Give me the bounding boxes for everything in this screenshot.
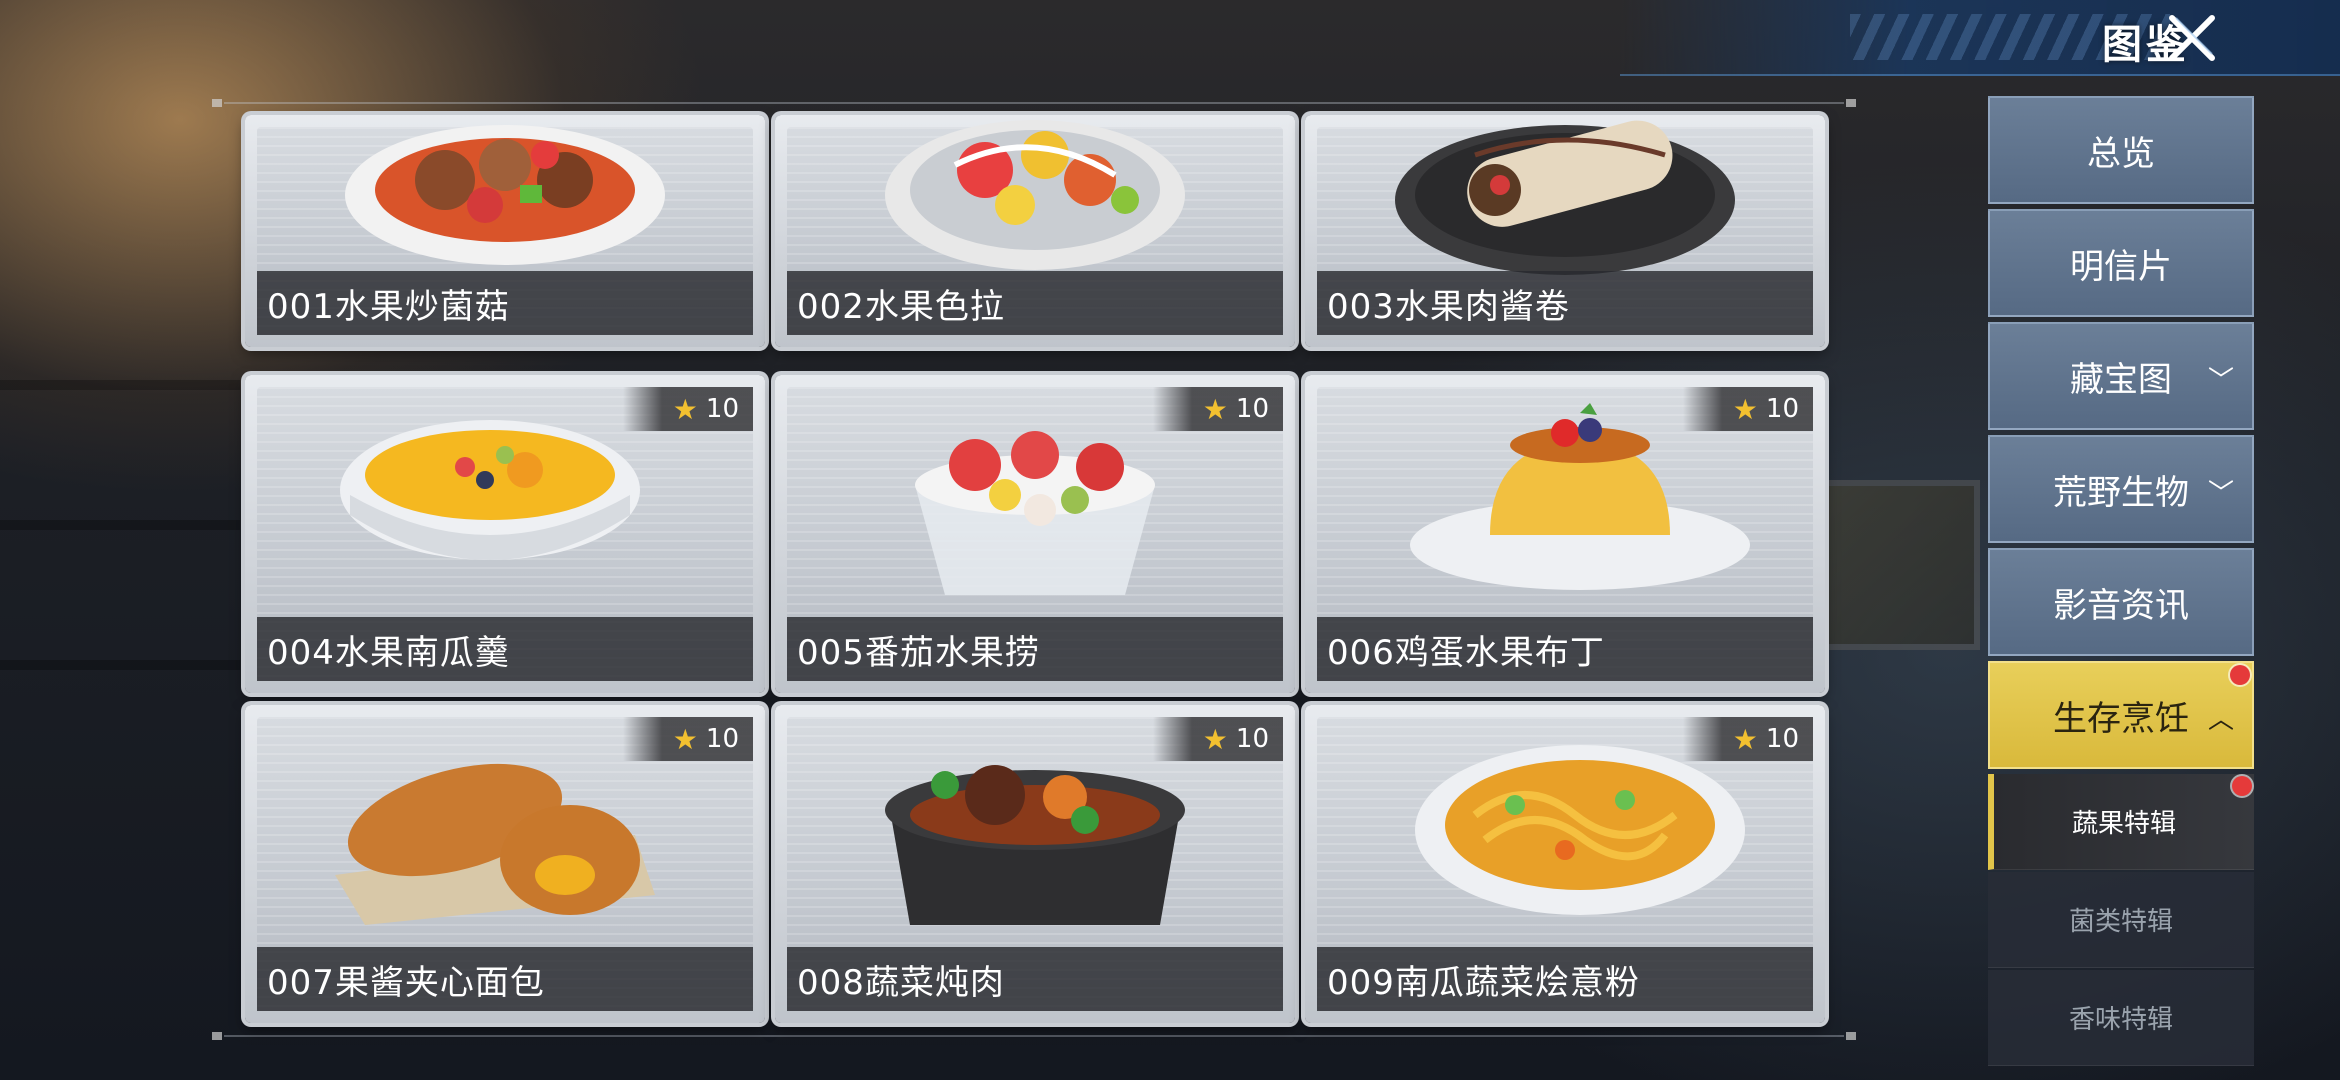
star-count: 10	[1235, 394, 1269, 424]
recipe-title: 008蔬菜炖肉	[787, 947, 1283, 1011]
recipe-card-005[interactable]: ★ 10 005番茄水果捞	[775, 375, 1295, 693]
star-icon: ★	[1732, 392, 1758, 426]
sidebar-item-label: 影音资讯	[2053, 585, 2189, 626]
star-icon: ★	[672, 722, 698, 756]
recipe-card-002[interactable]: 002水果色拉	[775, 115, 1295, 347]
star-badge: ★ 10	[1683, 717, 1813, 761]
recipe-card-008[interactable]: ★ 10 008蔬菜炖肉	[775, 705, 1295, 1023]
background-shelf	[0, 660, 240, 670]
sub-item-flavor[interactable]: 香味特辑	[1988, 970, 2254, 1066]
sidebar-item-wild-creatures[interactable]: 荒野生物 ﹀	[1988, 435, 2254, 543]
notification-dot	[2230, 665, 2250, 685]
star-badge: ★ 10	[1153, 717, 1283, 761]
recipe-card-001[interactable]: 001水果炒菌菇	[245, 115, 765, 347]
dish-image	[345, 125, 665, 265]
grid-frame-bottom	[212, 1032, 1856, 1040]
grid-frame-top	[212, 99, 1856, 107]
chevron-up-icon: ︿	[2207, 705, 2234, 735]
dish-image	[885, 120, 1185, 270]
sidebar-item-label: 总览	[2087, 133, 2155, 174]
star-badge: ★ 10	[623, 387, 753, 431]
close-x-icon	[2169, 15, 2215, 61]
recipe-title: 007果酱夹心面包	[257, 947, 753, 1011]
recipe-card-003[interactable]: 003水果肉酱卷	[1305, 115, 1825, 347]
dish-image	[1395, 120, 1735, 275]
recipe-card-004[interactable]: ★ 10 004水果南瓜羹	[245, 375, 765, 693]
sub-item-label: 香味特辑	[2068, 1005, 2173, 1035]
category-sidebar: 总览 明信片 藏宝图 ﹀ 荒野生物 ﹀ 影音资讯 生存烹饪 ︿ 蔬果特辑 菌类特…	[1988, 96, 2254, 1068]
chevron-down-icon: ﹀	[2207, 366, 2234, 396]
notification-dot	[2232, 776, 2252, 796]
star-count: 10	[1765, 724, 1799, 754]
background-shelf	[0, 380, 240, 390]
recipe-title: 006鸡蛋水果布丁	[1317, 617, 1813, 681]
star-badge: ★ 10	[1683, 387, 1813, 431]
sub-item-mushroom[interactable]: 菌类特辑	[1988, 872, 2254, 968]
sidebar-item-media[interactable]: 影音资讯	[1988, 548, 2254, 656]
star-icon: ★	[672, 392, 698, 426]
sidebar-item-label: 明信片	[2070, 246, 2172, 287]
star-badge: ★ 10	[1153, 387, 1283, 431]
recipe-card-009[interactable]: ★ 10 009南瓜蔬菜烩意粉	[1305, 705, 1825, 1023]
recipe-title: 003水果肉酱卷	[1317, 271, 1813, 335]
sidebar-item-label: 生存烹饪	[2053, 698, 2189, 739]
sidebar-item-treasure-maps[interactable]: 藏宝图 ﹀	[1988, 322, 2254, 430]
recipe-title: 004水果南瓜羹	[257, 617, 753, 681]
sub-item-fruit-veg[interactable]: 蔬果特辑	[1988, 774, 2254, 870]
sidebar-item-postcards[interactable]: 明信片	[1988, 209, 2254, 317]
sidebar-item-overview[interactable]: 总览	[1988, 96, 2254, 204]
star-icon: ★	[1202, 722, 1228, 756]
star-count: 10	[1765, 394, 1799, 424]
sidebar-item-label: 藏宝图	[2070, 359, 2172, 400]
sidebar-item-survival-cooking[interactable]: 生存烹饪 ︿	[1988, 661, 2254, 769]
sub-item-label: 蔬果特辑	[2071, 809, 2176, 839]
star-icon: ★	[1202, 392, 1228, 426]
title-bar: 图鉴	[1620, 0, 2340, 76]
recipe-title: 009南瓜蔬菜烩意粉	[1317, 947, 1813, 1011]
star-count: 10	[705, 724, 739, 754]
recipe-title: 001水果炒菌菇	[257, 271, 753, 335]
recipe-title: 002水果色拉	[787, 271, 1283, 335]
recipe-card-006[interactable]: ★ 10 006鸡蛋水果布丁	[1305, 375, 1825, 693]
star-count: 10	[705, 394, 739, 424]
close-button[interactable]	[2162, 10, 2222, 66]
recipe-title: 005番茄水果捞	[787, 617, 1283, 681]
background-board	[1820, 480, 1980, 650]
background-shelf	[0, 520, 240, 530]
sub-item-label: 菌类特辑	[2068, 907, 2173, 937]
chevron-down-icon: ﹀	[2207, 479, 2234, 509]
sidebar-item-label: 荒野生物	[2053, 472, 2189, 513]
recipe-card-007[interactable]: ★ 10 007果酱夹心面包	[245, 705, 765, 1023]
star-icon: ★	[1732, 722, 1758, 756]
star-badge: ★ 10	[623, 717, 753, 761]
star-count: 10	[1235, 724, 1269, 754]
